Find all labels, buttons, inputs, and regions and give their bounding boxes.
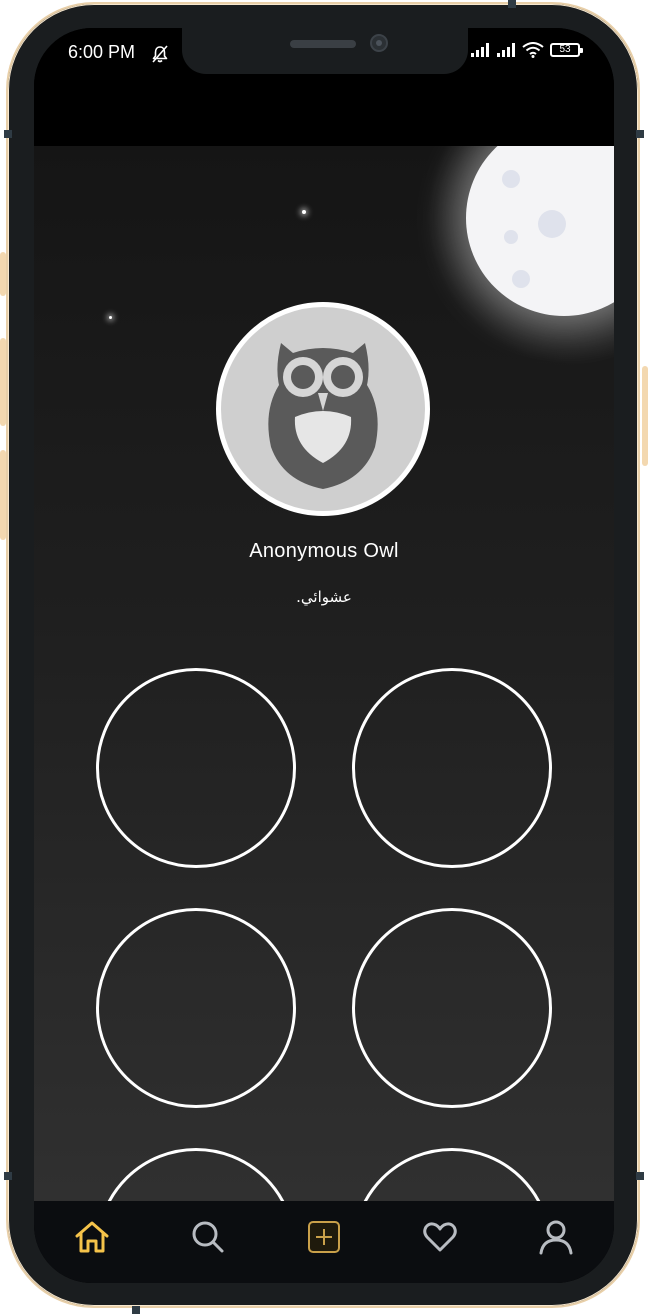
frame-antenna-mark [636, 130, 644, 138]
profile-content: Anonymous Owl عشوائي. [34, 146, 614, 1201]
plus-square-icon [308, 1221, 340, 1253]
side-button [0, 450, 6, 540]
side-button [0, 338, 6, 426]
content-slot[interactable] [352, 908, 552, 1108]
side-button [642, 366, 648, 466]
frame-antenna-mark [4, 130, 12, 138]
moon-crater [538, 210, 566, 238]
moon-crater [504, 230, 518, 244]
profile-bio: عشوائي. [296, 588, 352, 606]
notch [182, 28, 468, 74]
frame-antenna-mark [4, 1172, 12, 1180]
nav-profile-button[interactable] [526, 1215, 586, 1259]
content-slot[interactable] [352, 1148, 552, 1201]
speaker [290, 40, 356, 48]
screen: 6:00 PM 53 Anonymous Owl عشوائي. [34, 28, 614, 1283]
bottom-nav [34, 1201, 614, 1283]
star [302, 210, 306, 214]
nav-add-button[interactable] [294, 1215, 354, 1259]
user-icon [539, 1220, 573, 1255]
side-button [0, 252, 6, 296]
heart-icon [423, 1222, 457, 1252]
nav-favorites-button[interactable] [410, 1215, 470, 1259]
front-camera [370, 34, 388, 52]
frame-antenna-mark [132, 1306, 140, 1314]
moon-crater [502, 170, 520, 188]
profile-name: Anonymous Owl [249, 540, 399, 562]
status-bar: 6:00 PM 53 [34, 28, 614, 146]
frame-antenna-mark [636, 1172, 644, 1180]
content-slot[interactable] [352, 668, 552, 868]
home-icon [75, 1221, 109, 1253]
content-slot[interactable] [96, 908, 296, 1108]
nav-search-button[interactable] [178, 1215, 238, 1259]
signal-icon [471, 43, 489, 57]
battery-icon: 53 [550, 43, 583, 57]
status-time: 6:00 PM [68, 42, 136, 62]
frame-antenna-mark [508, 0, 516, 8]
wifi-icon [522, 42, 544, 58]
owl-icon [268, 343, 378, 489]
search-icon [192, 1221, 224, 1253]
nav-home-button[interactable] [62, 1215, 122, 1259]
moon-crater [512, 270, 530, 288]
avatar[interactable] [216, 302, 430, 516]
content-slot[interactable] [96, 668, 296, 868]
content-slot[interactable] [96, 1148, 296, 1201]
signal-icon [497, 43, 515, 57]
bell-off-icon [152, 45, 168, 63]
status-icons: 53 [470, 42, 583, 58]
star [109, 316, 112, 319]
